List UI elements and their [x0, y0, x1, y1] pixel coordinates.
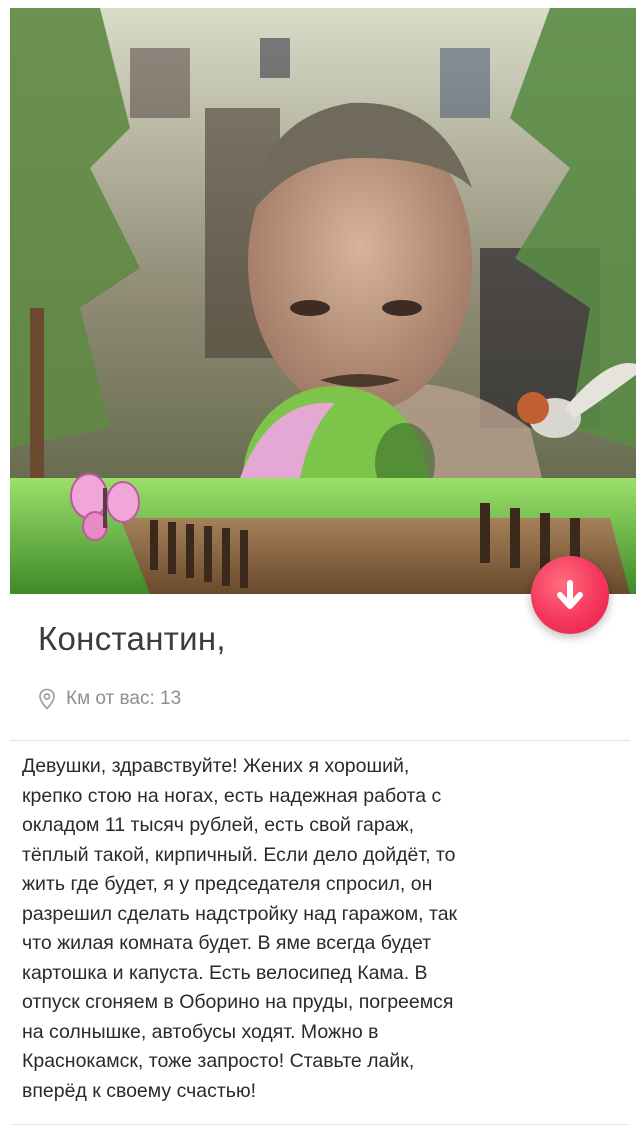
bottom-divider: [10, 1124, 630, 1125]
dislike-button[interactable]: [531, 556, 609, 634]
profile-bio: Девушки, здравствуйте! Жених я хороший, …: [22, 755, 458, 1102]
arrow-down-icon: [557, 580, 583, 609]
distance-row: Км от вас: 13: [38, 686, 181, 712]
profile-name: Константин,: [38, 620, 226, 657]
location-pin-icon: [39, 688, 55, 710]
distance-label: Км от вас: 13: [66, 688, 182, 709]
section-divider: [10, 740, 630, 741]
profile-photo-image: [10, 8, 636, 594]
profile-photo[interactable]: [10, 8, 636, 594]
